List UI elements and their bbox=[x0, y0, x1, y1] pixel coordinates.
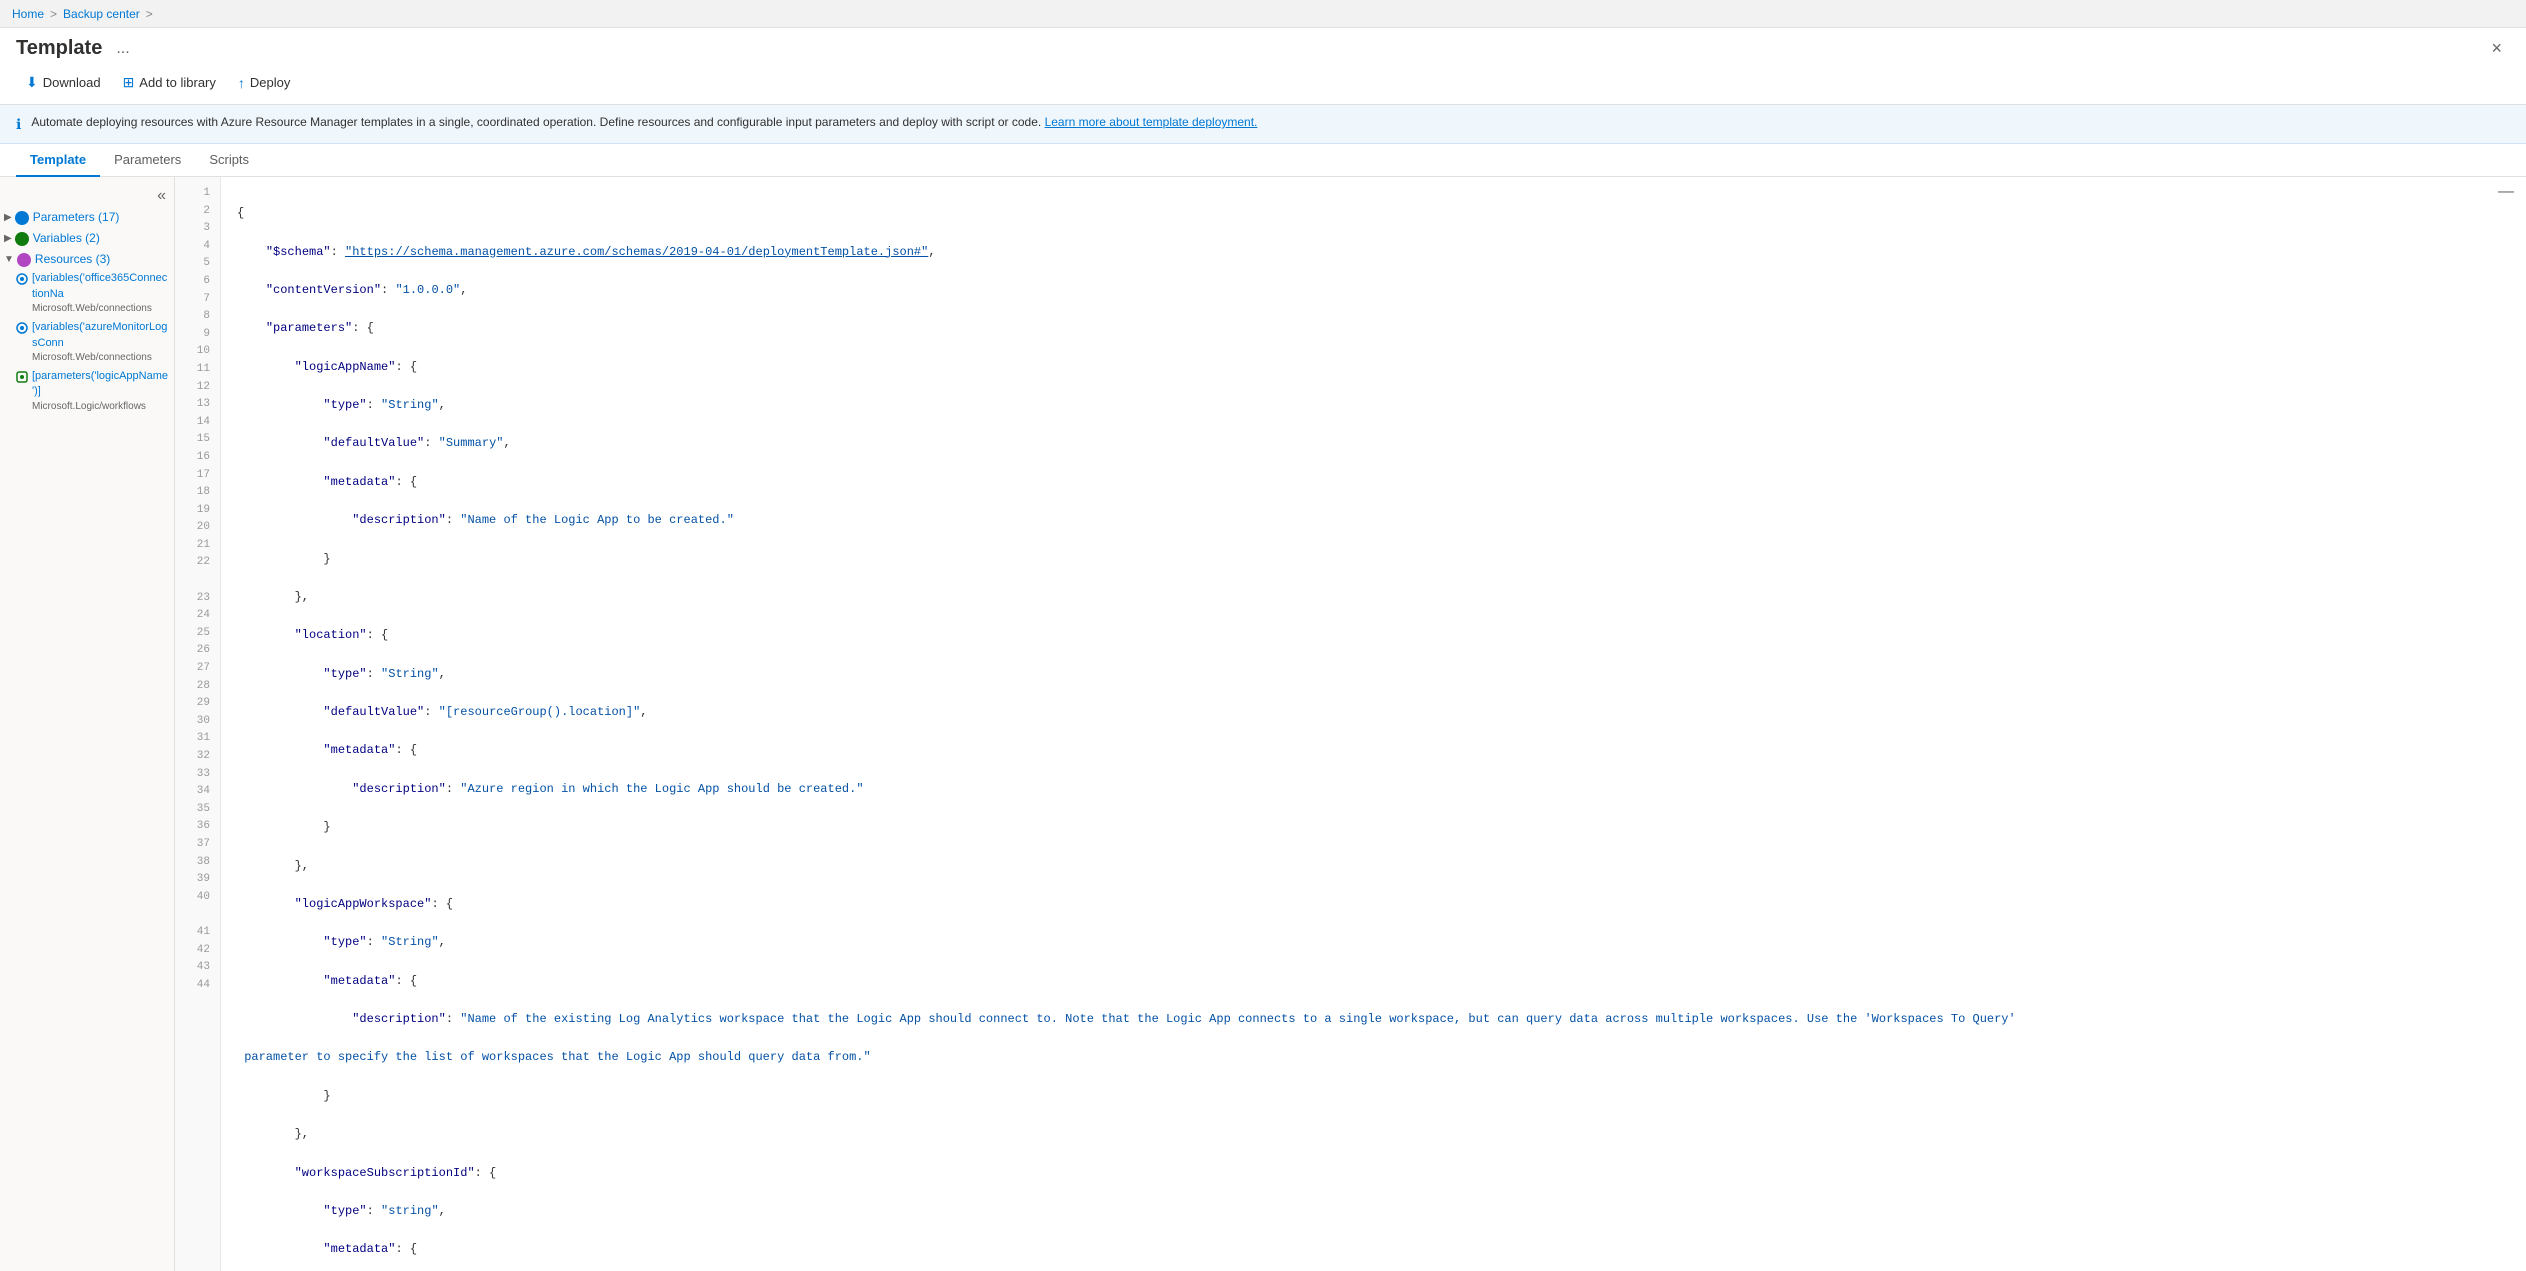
download-label: Download bbox=[43, 75, 101, 90]
deploy-button[interactable]: ↑ Deploy bbox=[228, 70, 300, 96]
connection-icon-1 bbox=[16, 322, 28, 334]
page-title-row: Template ... bbox=[16, 37, 136, 60]
deploy-icon: ↑ bbox=[238, 75, 245, 91]
resource-1-sub: Microsoft.Web/connections bbox=[32, 351, 170, 365]
download-button[interactable]: ⬇ Download bbox=[16, 69, 111, 96]
collapse-button[interactable]: « bbox=[157, 187, 166, 205]
variables-label: Variables (2) bbox=[33, 230, 100, 247]
info-icon: ℹ bbox=[16, 116, 21, 133]
resource-0-label: [variables('office365ConnectionNa bbox=[32, 271, 170, 302]
more-options-button[interactable]: ... bbox=[110, 38, 135, 60]
resource-1-label: [variables('azureMonitorLogsConn bbox=[32, 320, 170, 351]
sidebar: « ▶ Parameters (17) ▶ Variables (2) ▼ Re… bbox=[0, 177, 175, 1271]
resource-2-sub: Microsoft.Logic/workflows bbox=[32, 400, 170, 414]
resource-0-sub: Microsoft.Web/connections bbox=[32, 302, 170, 316]
breadcrumb-home[interactable]: Home bbox=[12, 7, 44, 21]
sidebar-item-resources[interactable]: ▼ Resources (3) bbox=[0, 249, 174, 270]
workflow-icon bbox=[16, 371, 28, 383]
top-bar: Home > Backup center > bbox=[0, 0, 2526, 28]
arrow-icon-res: ▼ bbox=[4, 253, 14, 267]
code-content: { "$schema": "https://schema.management.… bbox=[221, 177, 2526, 1271]
add-library-icon: ⊞ bbox=[123, 74, 135, 91]
main-content: « ▶ Parameters (17) ▶ Variables (2) ▼ Re… bbox=[0, 177, 2526, 1271]
tabs: Template Parameters Scripts bbox=[0, 144, 2526, 177]
sidebar-item-variables[interactable]: ▶ Variables (2) bbox=[0, 228, 174, 249]
parameters-icon bbox=[15, 211, 29, 225]
info-bar: ℹ Automate deploying resources with Azur… bbox=[0, 105, 2526, 144]
info-text: Automate deploying resources with Azure … bbox=[31, 115, 1257, 129]
resources-icon bbox=[17, 253, 31, 267]
tab-scripts[interactable]: Scripts bbox=[195, 144, 263, 177]
add-to-library-button[interactable]: ⊞ Add to library bbox=[113, 69, 226, 96]
line-numbers: 1 2 3 4 5 6 7 8 9 10 11 12 13 14 15 16 1… bbox=[175, 177, 221, 1271]
connection-icon-0 bbox=[16, 273, 28, 285]
sidebar-item-parameters[interactable]: ▶ Parameters (17) bbox=[0, 207, 174, 228]
arrow-icon-vars: ▶ bbox=[4, 232, 12, 246]
tab-parameters[interactable]: Parameters bbox=[100, 144, 195, 177]
resource-item-1[interactable]: [variables('azureMonitorLogsConn Microso… bbox=[0, 318, 174, 367]
deploy-label: Deploy bbox=[250, 75, 290, 90]
page-title: Template bbox=[16, 37, 102, 60]
resource-item-0[interactable]: [variables('office365ConnectionNa Micros… bbox=[0, 269, 174, 318]
download-icon: ⬇ bbox=[26, 74, 38, 91]
breadcrumb-backup-center[interactable]: Backup center bbox=[63, 7, 140, 21]
add-library-label: Add to library bbox=[139, 75, 216, 90]
breadcrumb-sep2: > bbox=[146, 7, 153, 21]
breadcrumb-sep1: > bbox=[50, 7, 57, 21]
arrow-icon: ▶ bbox=[4, 211, 12, 225]
close-button[interactable]: × bbox=[2483, 36, 2510, 61]
variables-icon bbox=[15, 232, 29, 246]
minimize-button[interactable]: — bbox=[2498, 183, 2514, 201]
resources-label: Resources (3) bbox=[35, 251, 110, 268]
toolbar: ⬇ Download ⊞ Add to library ↑ Deploy bbox=[0, 65, 2526, 105]
parameters-label: Parameters (17) bbox=[33, 209, 120, 226]
code-area[interactable]: — 1 2 3 4 5 6 7 8 9 10 11 12 13 14 15 16… bbox=[175, 177, 2526, 1271]
resource-item-2[interactable]: [parameters('logicAppName')] Microsoft.L… bbox=[0, 367, 174, 416]
sidebar-collapse: « bbox=[0, 185, 174, 207]
resource-2-label: [parameters('logicAppName')] bbox=[32, 369, 170, 400]
tab-template[interactable]: Template bbox=[16, 144, 100, 177]
code-container: 1 2 3 4 5 6 7 8 9 10 11 12 13 14 15 16 1… bbox=[175, 177, 2526, 1271]
learn-more-link[interactable]: Learn more about template deployment. bbox=[1045, 115, 1258, 129]
page-header: Template ... × bbox=[0, 28, 2526, 65]
breadcrumb: Home > Backup center > bbox=[12, 7, 153, 21]
